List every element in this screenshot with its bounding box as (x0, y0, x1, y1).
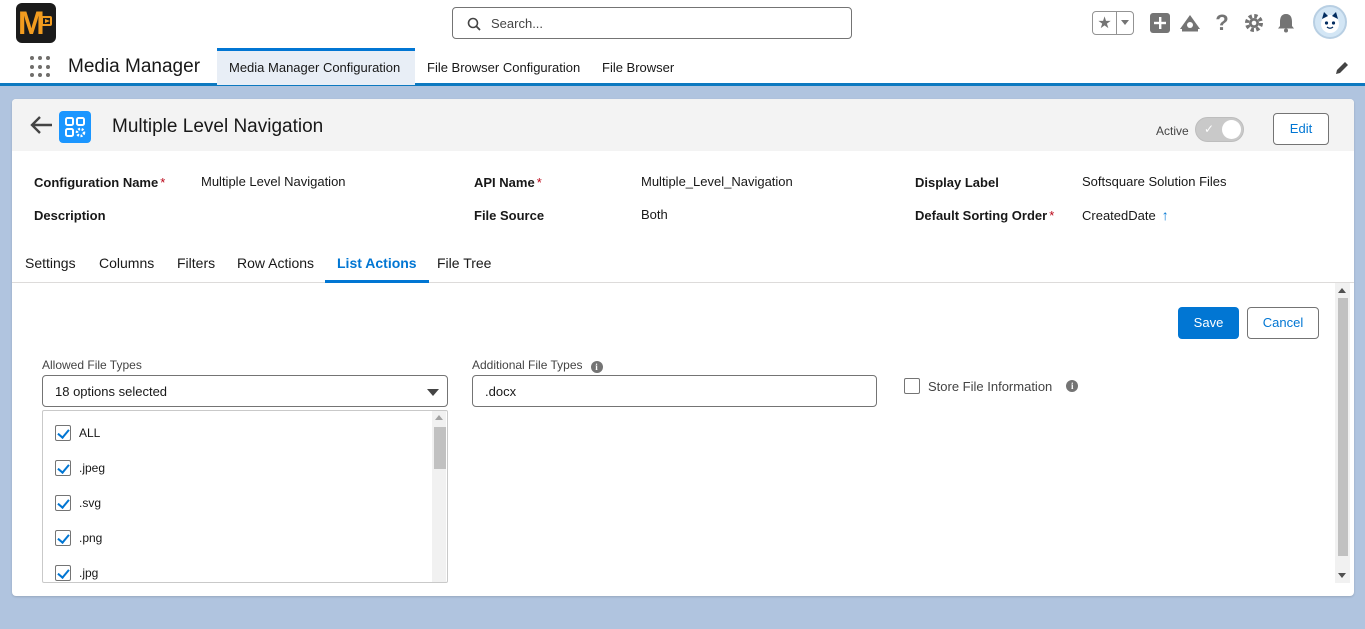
nav-tab-file-browser[interactable]: File Browser (602, 48, 674, 85)
cancel-button[interactable]: Cancel (1247, 307, 1319, 339)
sorting-order-value: CreatedDate ↑ (1082, 207, 1169, 223)
info-icon[interactable]: i (590, 361, 603, 373)
edit-button[interactable]: Edit (1273, 113, 1329, 145)
file-types-listbox[interactable]: ALL .jpeg .svg .png .jpg (42, 410, 448, 583)
arrow-up-icon: ↑ (1161, 207, 1169, 223)
check-icon: ✓ (1204, 122, 1215, 136)
favorites-button-group[interactable]: ★ (1092, 11, 1134, 35)
checkbox-checked[interactable] (55, 460, 71, 476)
search-input[interactable]: Search... (452, 7, 852, 39)
star-icon[interactable]: ★ (1093, 12, 1117, 34)
file-source-value: Both (641, 207, 668, 222)
store-file-information-label: Store File Information (928, 378, 1053, 394)
chevron-down-icon[interactable] (1117, 12, 1133, 34)
display-label-value: Softsquare Solution Files (1082, 174, 1227, 189)
search-placeholder: Search... (491, 16, 544, 31)
file-source-label: File Source (474, 208, 545, 223)
configuration-name-value: Multiple Level Navigation (201, 174, 346, 189)
trailhead-icon[interactable] (1179, 12, 1201, 34)
back-arrow-icon[interactable] (30, 115, 54, 135)
combobox-value: 18 options selected (55, 384, 168, 399)
pencil-icon[interactable] (1334, 60, 1350, 76)
tab-settings[interactable]: Settings (25, 255, 76, 283)
panel-scrollbar[interactable] (1335, 283, 1350, 583)
nav-tab-file-browser-configuration[interactable]: File Browser Configuration (427, 48, 580, 85)
tab-file-tree[interactable]: File Tree (437, 255, 491, 283)
plus-icon[interactable] (1149, 12, 1171, 34)
description-label: Description (34, 208, 106, 223)
active-label: Active (1156, 124, 1189, 138)
input-value: .docx (485, 384, 517, 399)
save-button[interactable]: Save (1178, 307, 1239, 339)
search-icon (467, 17, 481, 31)
allowed-file-types-label: Allowed File Types (42, 358, 142, 372)
app-launcher-icon[interactable] (30, 56, 52, 78)
app-name: Media Manager (68, 56, 201, 77)
scroll-down-icon[interactable] (1338, 573, 1346, 578)
checkbox-checked[interactable] (55, 495, 71, 511)
checkbox-checked[interactable] (55, 425, 71, 441)
configuration-name-label: Configuration Name * (34, 175, 166, 190)
tab-columns[interactable]: Columns (99, 255, 154, 283)
gear-icon[interactable] (1243, 12, 1265, 34)
additional-file-types-input[interactable]: .docx (472, 375, 877, 407)
api-name-label: API Name * (474, 175, 542, 190)
app-logo[interactable]: M (16, 3, 56, 43)
list-item[interactable]: .jpg (55, 563, 98, 582)
list-item[interactable]: .jpeg (55, 458, 105, 478)
scrollbar-thumb[interactable] (1338, 298, 1348, 556)
checkbox[interactable] (904, 378, 920, 394)
help-icon[interactable]: ? (1211, 10, 1233, 35)
play-icon (41, 16, 52, 26)
record-card: Multiple Level Navigation Active ✓ Edit … (12, 99, 1354, 596)
allowed-file-types-combobox[interactable]: 18 options selected (42, 375, 448, 407)
tab-list-actions[interactable]: List Actions (325, 255, 429, 283)
api-name-value: Multiple_Level_Navigation (641, 174, 793, 189)
chevron-down-icon (427, 389, 439, 396)
nav-tab-media-manager-configuration[interactable]: Media Manager Configuration (217, 48, 415, 85)
display-label-label: Display Label (915, 175, 999, 190)
scroll-up-icon[interactable] (435, 415, 443, 420)
bell-icon[interactable] (1275, 12, 1297, 34)
avatar-icon[interactable] (1313, 5, 1347, 39)
list-item[interactable]: ALL (55, 423, 100, 443)
tab-bar: Settings Columns Filters Row Actions Lis… (12, 247, 1354, 283)
app-navigation-bar: Media Manager Media Manager Configuratio… (0, 48, 1365, 86)
active-toggle[interactable]: ✓ (1195, 117, 1244, 142)
record-header: Multiple Level Navigation Active ✓ Edit (12, 99, 1354, 151)
checkbox-checked[interactable] (55, 530, 71, 546)
tab-filters[interactable]: Filters (177, 255, 215, 283)
scroll-up-icon[interactable] (1338, 288, 1346, 293)
global-header: M Search... ★ ? (0, 0, 1365, 48)
checkbox-checked[interactable] (55, 565, 71, 581)
store-file-information-checkbox[interactable]: Store File Information i (904, 378, 1079, 394)
toggle-knob (1222, 120, 1241, 139)
record-type-icon (59, 111, 91, 143)
info-icon[interactable]: i (1066, 380, 1079, 392)
listbox-scrollbar[interactable] (432, 411, 446, 582)
tab-row-actions[interactable]: Row Actions (237, 255, 314, 283)
list-item[interactable]: .svg (55, 493, 101, 513)
record-title: Multiple Level Navigation (112, 116, 324, 137)
additional-file-types-label: Additional File Types i (472, 358, 603, 373)
sorting-order-label: Default Sorting Order * (915, 208, 1055, 223)
list-item[interactable]: .png (55, 528, 102, 548)
scrollbar-thumb[interactable] (434, 427, 446, 469)
